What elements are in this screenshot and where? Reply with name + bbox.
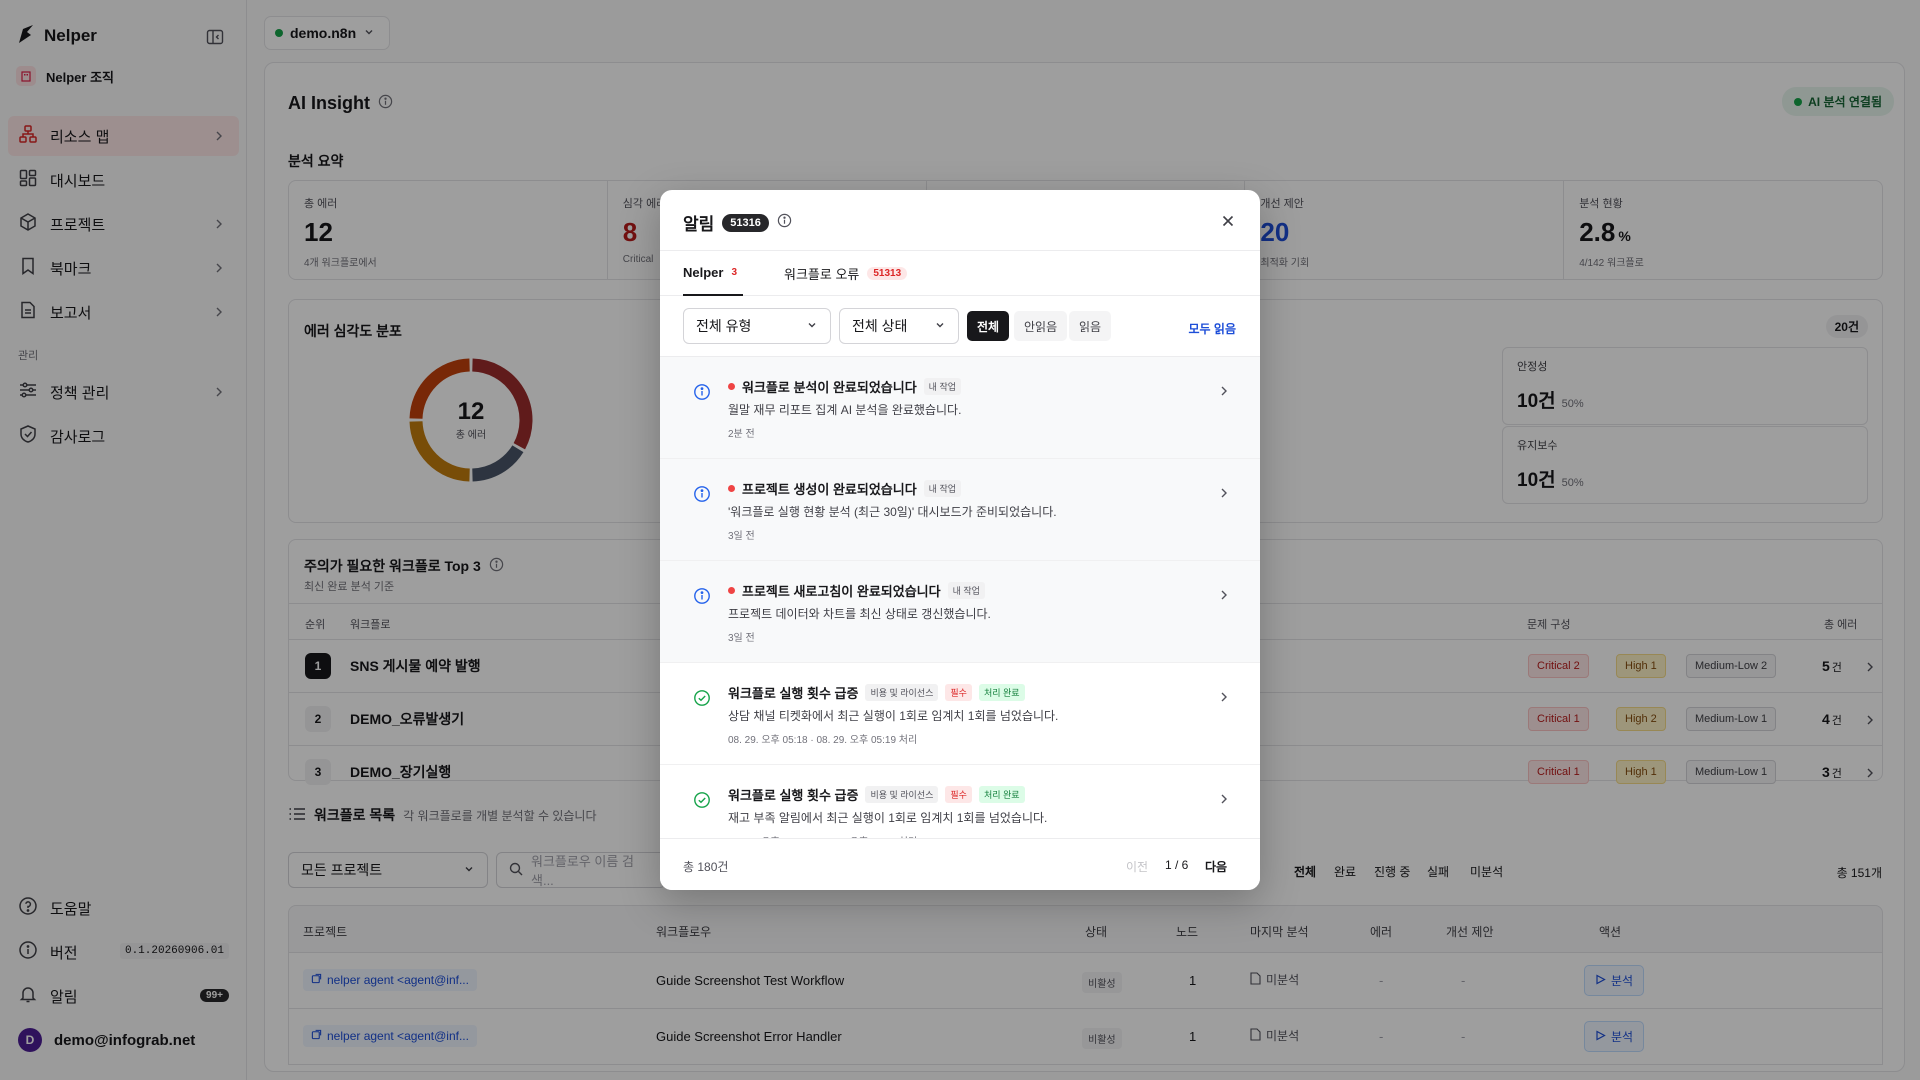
chevron-down-icon xyxy=(934,318,946,334)
chevron-right-icon xyxy=(1218,792,1230,804)
notification-time: 2분 전 xyxy=(728,429,755,440)
notification-desc: 재고 부족 알림에서 최근 실행이 1회로 임계치 1회를 넘었습니다. xyxy=(728,811,1048,825)
chevron-right-icon xyxy=(1218,486,1230,498)
unread-dot xyxy=(728,383,735,390)
notification-desc: '워크플로 실행 현황 분석 (최근 30일)' 대시보드가 준비되었습니다. xyxy=(728,505,1057,519)
read-filter-read[interactable]: 읽음 xyxy=(1069,311,1112,341)
notification-tag: 비용 및 라이선스 xyxy=(865,786,939,803)
prev-page-button[interactable]: 이전 xyxy=(1126,858,1148,875)
notification-desc: 프로젝트 데이터와 차트를 최신 상태로 갱신했습니다. xyxy=(728,607,991,621)
unread-dot xyxy=(728,485,735,492)
chevron-right-icon xyxy=(1218,384,1230,396)
next-page-button[interactable]: 다음 xyxy=(1205,858,1227,875)
notification-title: 프로젝트 생성이 완료되었습니다 내 작업 xyxy=(728,479,962,498)
check-circle-icon xyxy=(693,689,711,707)
tab-count: 3 xyxy=(731,267,738,278)
info-icon xyxy=(693,485,711,503)
tab-count: 51313 xyxy=(867,267,908,280)
total-count: 총 180건 xyxy=(683,860,729,874)
notification-tag: 내 작업 xyxy=(923,480,962,497)
notification-title-text: 프로젝트 새로고침이 완료되었습니다 xyxy=(742,584,941,599)
type-select-value: 전체 유형 xyxy=(696,318,752,334)
info-icon xyxy=(693,383,711,401)
status-select[interactable]: 전체 상태 xyxy=(839,308,959,344)
notification-time: 3일 전 xyxy=(728,531,755,542)
modal-footer: 총 180건 이전 1 / 6 다음 xyxy=(660,838,1260,890)
notification-tag: 내 작업 xyxy=(947,582,985,599)
notification-title: 프로젝트 새로고침이 완료되었습니다 내 작업 xyxy=(728,581,985,600)
notification-time: 3일 전 xyxy=(728,633,755,644)
notification-time: 08. 29. 오후 05:18 · 08. 29. 오후 05:19 처리 xyxy=(728,735,918,746)
notification-title-text: 워크플로 실행 횟수 급증 xyxy=(728,788,859,803)
notification-item[interactable]: 워크플로 실행 횟수 급증 비용 및 라이선스 필수 처리 완료상담 채널 티켓화에서… xyxy=(660,663,1260,765)
notification-list: 워크플로 분석이 완료되었습니다 내 작업 월말 재무 리포트 집계 AI 분석을 … xyxy=(660,357,1260,838)
notification-title: 워크플로 분석이 완료되었습니다 내 작업 xyxy=(728,377,962,396)
info-icon[interactable] xyxy=(777,213,792,233)
modal-tabs: Nelper 3 워크플로 오류 51313 xyxy=(660,251,1260,296)
tab-workflow-errors[interactable]: 워크플로 오류 51313 xyxy=(784,251,908,296)
status-select-value: 전체 상태 xyxy=(852,318,908,334)
close-icon[interactable] xyxy=(1218,211,1238,231)
notification-count-badge: 51316 xyxy=(722,213,769,232)
notification-title-text: 워크플로 실행 횟수 급증 xyxy=(728,686,859,701)
tab-label: 워크플로 오류 xyxy=(784,267,860,282)
check-circle-icon xyxy=(693,791,711,809)
notification-tag: 필수 xyxy=(945,684,972,701)
notification-title-text: 워크플로 분석이 완료되었습니다 xyxy=(742,380,917,395)
notification-title: 워크플로 실행 횟수 급증 비용 및 라이선스 필수 처리 완료 xyxy=(728,785,1025,804)
tab-nelper[interactable]: Nelper 3 xyxy=(683,251,744,296)
notification-desc: 상담 채널 티켓화에서 최근 실행이 1회로 임계치 1회를 넘었습니다. xyxy=(728,709,1059,723)
notification-desc: 월말 재무 리포트 집계 AI 분석을 완료했습니다. xyxy=(728,403,962,417)
notification-item[interactable]: 워크플로 실행 횟수 급증 비용 및 라이선스 필수 처리 완료재고 부족 알림에서 … xyxy=(660,765,1260,838)
notification-item[interactable]: 워크플로 분석이 완료되었습니다 내 작업월말 재무 리포트 집계 AI 분석을 … xyxy=(660,357,1260,459)
notification-item[interactable]: 프로젝트 새로고침이 완료되었습니다 내 작업프로젝트 데이터와 차트를 최신 상… xyxy=(660,561,1260,663)
tab-label: Nelper xyxy=(683,265,724,280)
notification-tag: 비용 및 라이선스 xyxy=(865,684,939,701)
notifications-modal: 알림 51316 Nelper 3 워크플로 오류 51313 전체 유형 전체 상… xyxy=(660,190,1260,890)
notification-title: 워크플로 실행 횟수 급증 비용 및 라이선스 필수 처리 완료 xyxy=(728,683,1025,702)
read-filter-all[interactable]: 전체 xyxy=(967,311,1010,341)
modal-header: 알림 51316 xyxy=(660,190,1260,251)
notification-title-text: 프로젝트 생성이 완료되었습니다 xyxy=(742,482,917,497)
modal-title-text: 알림 xyxy=(683,215,715,234)
type-select[interactable]: 전체 유형 xyxy=(683,308,831,344)
mark-all-read-button[interactable]: 모두 읽음 xyxy=(1189,320,1237,337)
modal-filters: 전체 유형 전체 상태 전체 안읽음 읽음 모두 읽음 xyxy=(660,296,1260,357)
notification-tag: 처리 완료 xyxy=(978,786,1025,803)
notification-item[interactable]: 프로젝트 생성이 완료되었습니다 내 작업 '워크플로 실행 현황 분석 (최근 3… xyxy=(660,459,1260,561)
read-filter-unread[interactable]: 안읽음 xyxy=(1014,311,1068,341)
chevron-down-icon xyxy=(806,318,818,334)
modal-title: 알림 51316 xyxy=(683,210,792,235)
chevron-right-icon xyxy=(1218,690,1230,702)
chevron-right-icon xyxy=(1218,588,1230,600)
page-indicator: 1 / 6 xyxy=(1165,858,1189,872)
notification-tag: 필수 xyxy=(945,786,972,803)
unread-dot xyxy=(728,587,735,594)
notification-tag: 처리 완료 xyxy=(978,684,1025,701)
info-icon xyxy=(693,587,711,605)
notification-tag: 내 작업 xyxy=(923,378,962,395)
